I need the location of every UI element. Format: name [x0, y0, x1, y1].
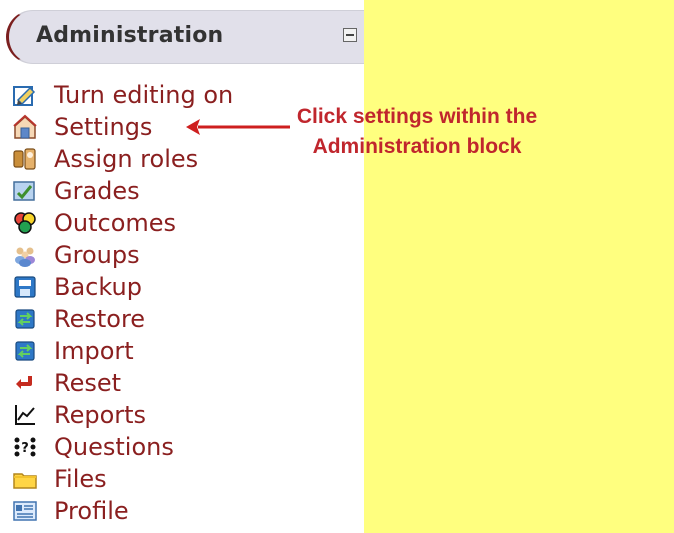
menu-item-label: Grades — [54, 177, 140, 205]
menu-item-backup[interactable]: Backup — [12, 271, 233, 303]
collapse-button[interactable] — [343, 28, 357, 42]
grades-icon — [13, 181, 35, 201]
reset-icon — [16, 376, 32, 389]
reports-icon — [15, 405, 35, 425]
highlight-area — [364, 0, 674, 533]
menu-item-label: Backup — [54, 273, 142, 301]
menu-item-label: Profile — [54, 497, 129, 525]
backup-icon — [14, 276, 36, 298]
questions-icon: ? — [14, 437, 36, 457]
menu-item-turn-editing-on[interactable]: Turn editing on — [12, 79, 233, 111]
callout-line-2: Administration block — [312, 135, 522, 158]
menu-item-grades[interactable]: Grades — [12, 175, 233, 207]
files-icon — [13, 473, 37, 489]
settings-icon — [13, 114, 37, 139]
menu-item-import[interactable]: Import — [12, 335, 233, 367]
import-icon — [15, 341, 35, 361]
menu-item-groups[interactable]: Groups — [12, 239, 233, 271]
menu-item-outcomes[interactable]: Outcomes — [12, 207, 233, 239]
menu-item-assign-roles[interactable]: Assign roles — [12, 143, 233, 175]
menu-item-label: Reports — [54, 401, 147, 429]
groups-icon — [15, 247, 35, 267]
menu-item-label: Questions — [54, 433, 174, 461]
roles-icon — [13, 148, 36, 170]
menu-item-profile[interactable]: Profile — [12, 495, 233, 527]
callout-text: Click settings within the Administration… — [252, 102, 582, 162]
menu-item-label: Files — [54, 465, 107, 493]
edit-icon — [13, 86, 36, 106]
menu-item-restore[interactable]: Restore — [12, 303, 233, 335]
menu-item-label: Groups — [54, 241, 140, 269]
menu-item-files[interactable]: Files — [12, 463, 233, 495]
menu-item-questions[interactable]: ? Questions — [12, 431, 233, 463]
menu-item-label: Settings — [54, 113, 153, 141]
admin-menu: Turn editing on Settings Assign roles Gr… — [12, 79, 233, 527]
admin-panel: Administration Turn editing on Settings — [0, 0, 364, 533]
callout-line-1: Click settings within the — [296, 105, 538, 128]
menu-item-label: Restore — [54, 305, 146, 333]
svg-text:?: ? — [21, 441, 29, 456]
outcomes-icon — [14, 212, 36, 234]
restore-icon — [15, 309, 35, 329]
menu-item-label: Outcomes — [54, 209, 177, 237]
menu-item-label: Import — [54, 337, 134, 365]
profile-icon — [13, 501, 37, 521]
menu-item-label: Assign roles — [54, 145, 199, 173]
admin-block-title: Administration — [36, 23, 224, 48]
admin-block-header: Administration — [6, 10, 364, 64]
menu-item-reset[interactable]: Reset — [12, 367, 233, 399]
menu-item-label: Turn editing on — [54, 81, 234, 109]
menu-item-reports[interactable]: Reports — [12, 399, 233, 431]
menu-item-label: Reset — [54, 369, 122, 397]
